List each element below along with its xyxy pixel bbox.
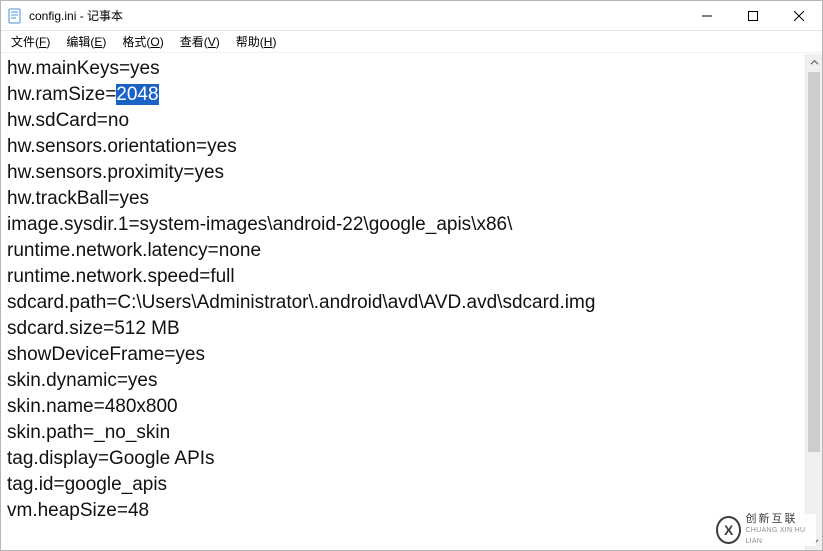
close-button[interactable] (776, 1, 822, 30)
text-line: tag.id=google_apis (7, 472, 801, 498)
maximize-button[interactable] (730, 1, 776, 30)
text-line: vm.heapSize=48 (7, 498, 801, 524)
titlebar: config.ini - 记事本 (1, 1, 822, 31)
window-title: config.ini - 记事本 (29, 7, 123, 24)
minimize-button[interactable] (684, 1, 730, 30)
editor-wrap: hw.mainKeys=yeshw.ramSize=2048hw.sdCard=… (1, 54, 822, 550)
selected-text: 2048 (116, 84, 158, 105)
scroll-down-icon[interactable] (806, 533, 822, 550)
menu-help[interactable]: 帮助(H) (228, 31, 285, 52)
notepad-icon (7, 8, 23, 24)
text-line: showDeviceFrame=yes (7, 342, 801, 368)
text-line: hw.mainKeys=yes (7, 56, 801, 82)
scroll-thumb[interactable] (808, 72, 820, 452)
text-editor[interactable]: hw.mainKeys=yeshw.ramSize=2048hw.sdCard=… (1, 54, 805, 550)
text-line: tag.display=Google APIs (7, 446, 801, 472)
text-line: skin.name=480x800 (7, 394, 801, 420)
text-line: runtime.network.speed=full (7, 264, 801, 290)
window-controls (684, 1, 822, 30)
text-line: hw.trackBall=yes (7, 186, 801, 212)
menu-file[interactable]: 文件(F) (3, 31, 58, 52)
menu-edit[interactable]: 编辑(E) (58, 31, 114, 52)
vertical-scrollbar[interactable] (805, 54, 822, 550)
text-line: sdcard.size=512 MB (7, 316, 801, 342)
text-line: hw.ramSize=2048 (7, 82, 801, 108)
scroll-up-icon[interactable] (806, 54, 822, 71)
text-line: skin.dynamic=yes (7, 368, 801, 394)
text-line: runtime.network.latency=none (7, 238, 801, 264)
text-line: skin.path=_no_skin (7, 420, 801, 446)
menu-format[interactable]: 格式(O) (114, 31, 171, 52)
menubar: 文件(F) 编辑(E) 格式(O) 查看(V) 帮助(H) (1, 31, 822, 53)
text-line: hw.sensors.proximity=yes (7, 160, 801, 186)
text-line: image.sysdir.1=system-images\android-22\… (7, 212, 801, 238)
menu-view[interactable]: 查看(V) (172, 31, 228, 52)
text-line: hw.sdCard=no (7, 108, 801, 134)
text-line: hw.sensors.orientation=yes (7, 134, 801, 160)
text-line: sdcard.path=C:\Users\Administrator\.andr… (7, 290, 801, 316)
